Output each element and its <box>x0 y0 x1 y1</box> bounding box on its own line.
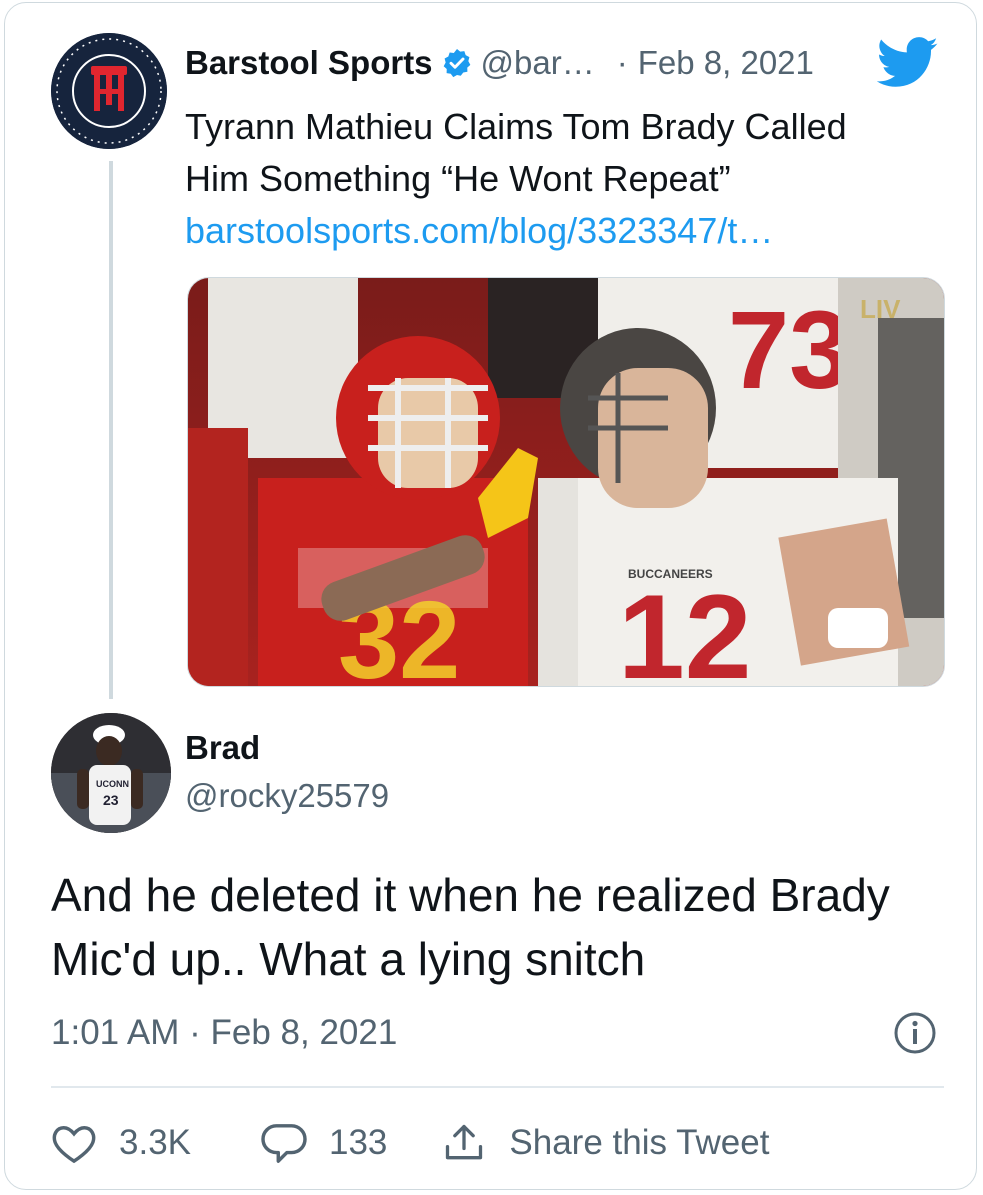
quoted-tweet-header: Barstool Sports @bar… · Feb 8, 2021 <box>185 41 814 85</box>
reply-author-name[interactable]: Brad <box>185 729 260 767</box>
twitter-bird-icon <box>876 37 939 94</box>
quoted-author-name[interactable]: Barstool Sports <box>185 44 433 82</box>
player-photo: UCONN 23 <box>51 713 171 833</box>
thread-connector-line <box>109 161 113 699</box>
football-photo: 73 LIV 32 12 BUCCANEERS <box>188 278 944 686</box>
like-button[interactable]: 3.3K <box>51 1122 191 1164</box>
quoted-tweet-line-2: Him Something “He Wont Repeat” <box>185 158 731 199</box>
team-label: BUCCANEERS <box>628 567 713 581</box>
info-icon[interactable] <box>893 1011 937 1055</box>
super-bowl-logo: LIV <box>860 294 901 324</box>
heart-icon <box>52 1126 96 1164</box>
share-button[interactable]: Share this Tweet <box>441 1121 769 1165</box>
quoted-author-handle[interactable]: @bar… <box>481 44 595 82</box>
share-label: Share this Tweet <box>509 1123 770 1162</box>
reply-author-handle[interactable]: @rocky25579 <box>185 777 389 815</box>
reply-line-1: And he deleted it when he realized Brady <box>51 869 890 921</box>
article-link[interactable]: barstoolsports.com/blog/3323347/t… <box>185 205 925 257</box>
reply-bubble-icon <box>261 1124 307 1163</box>
share-icon <box>446 1124 483 1160</box>
avatar-jersey-number: 23 <box>103 792 119 808</box>
like-count: 3.3K <box>119 1123 191 1162</box>
tweet-card: Barstool Sports @bar… · Feb 8, 2021 Tyra… <box>4 2 977 1190</box>
quoted-tweet-text: Tyrann Mathieu Claims Tom Brady Called H… <box>185 101 925 257</box>
tweet-timestamp[interactable]: 1:01 AM · Feb 8, 2021 <box>51 1013 397 1053</box>
verified-badge-icon <box>441 47 473 79</box>
brad-avatar[interactable]: UCONN 23 <box>51 713 171 833</box>
quoted-tweet-line-1: Tyrann Mathieu Claims Tom Brady Called <box>185 106 847 147</box>
jersey-back-number: 73 <box>728 289 850 412</box>
separator-dot: · <box>616 44 628 81</box>
avatar-jersey-text: UCONN <box>96 779 129 789</box>
reply-tweet-text: And he deleted it when he realized Brady… <box>51 863 951 991</box>
reply-count: 133 <box>329 1123 388 1162</box>
barstool-avatar[interactable] <box>51 33 167 149</box>
barstool-logo-icon <box>51 33 167 149</box>
reply-button[interactable]: 133 <box>261 1122 387 1164</box>
jersey-right-number: 12 <box>618 570 751 686</box>
divider <box>51 1086 944 1088</box>
action-bar: 3.3K 133 Share this Tweet <box>51 1118 769 1168</box>
tweet-media-image[interactable]: 73 LIV 32 12 BUCCANEERS <box>187 277 945 687</box>
quoted-tweet-date[interactable]: Feb 8, 2021 <box>638 44 814 82</box>
reply-line-2: Mic'd up.. What a lying snitch <box>51 933 646 985</box>
